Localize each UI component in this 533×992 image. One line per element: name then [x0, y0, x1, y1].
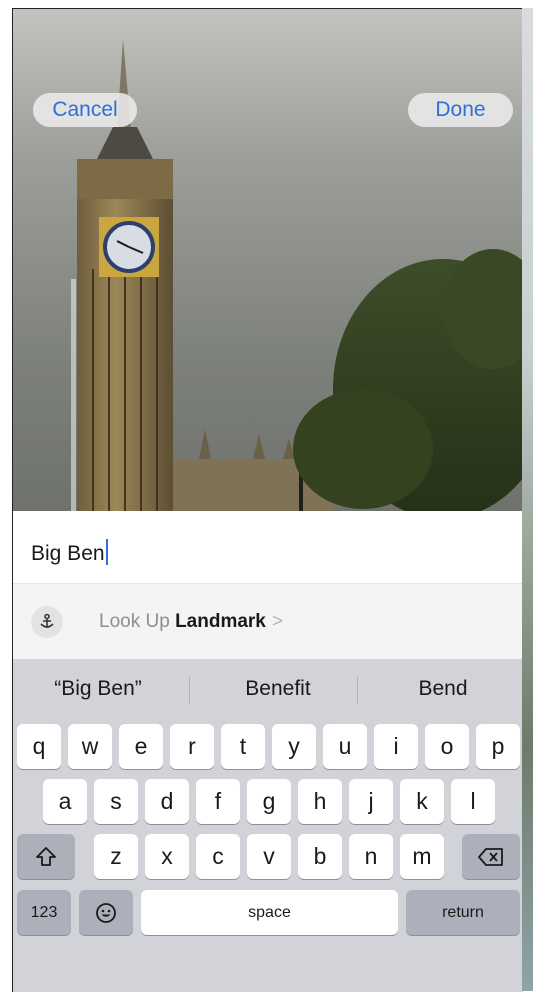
suggestion-1[interactable]: “Big Ben” [23, 677, 173, 701]
emoji-key[interactable] [79, 890, 133, 935]
key-h[interactable]: h [298, 779, 342, 824]
key-p[interactable]: p [476, 724, 520, 769]
photo-view: Cancel Done [13, 9, 523, 511]
landmark-icon [31, 606, 63, 638]
key-x[interactable]: x [145, 834, 189, 879]
key-w[interactable]: w [68, 724, 112, 769]
suggestion-2[interactable]: Benefit [203, 677, 353, 701]
caption-value: Big Ben [31, 542, 105, 565]
key-o[interactable]: o [425, 724, 469, 769]
chevron-right-icon: > [271, 611, 283, 632]
caption-input[interactable]: Big Ben [31, 539, 108, 566]
return-key[interactable]: return [406, 890, 520, 935]
backspace-icon [478, 847, 503, 866]
key-m[interactable]: m [400, 834, 444, 879]
key-g[interactable]: g [247, 779, 291, 824]
keyboard: “Big Ben” Benefit Bend q w e r t y u i o… [13, 659, 523, 992]
suggestion-bar: “Big Ben” Benefit Bend [13, 659, 523, 719]
delete-key[interactable] [462, 834, 520, 879]
key-b[interactable]: b [298, 834, 342, 879]
text-caret [105, 539, 108, 565]
space-key[interactable]: space [141, 890, 398, 935]
key-s[interactable]: s [94, 779, 138, 824]
numbers-key[interactable]: 123 [17, 890, 71, 935]
key-a[interactable]: a [43, 779, 87, 824]
key-v[interactable]: v [247, 834, 291, 879]
cancel-button[interactable]: Cancel [33, 93, 137, 127]
key-j[interactable]: j [349, 779, 393, 824]
key-i[interactable]: i [374, 724, 418, 769]
lookup-landmark-row[interactable]: Look Up Landmark > [13, 583, 523, 660]
lookup-bold: Landmark [175, 611, 266, 632]
key-k[interactable]: k [400, 779, 444, 824]
caption-field[interactable]: Big Ben [13, 511, 523, 583]
key-y[interactable]: y [272, 724, 316, 769]
suggestion-3[interactable]: Bend [373, 677, 513, 701]
app-frame: Cancel Done Big Ben Look Up Landmark > “B… [12, 8, 523, 992]
shift-key[interactable] [17, 834, 75, 879]
lookup-label: Look Up Landmark > [99, 611, 283, 633]
landmark-photo [13, 9, 523, 511]
key-d[interactable]: d [145, 779, 189, 824]
shift-icon [36, 846, 56, 866]
key-l[interactable]: l [451, 779, 495, 824]
key-c[interactable]: c [196, 834, 240, 879]
background-strip [522, 8, 533, 991]
suggestion-divider [189, 676, 190, 704]
key-f[interactable]: f [196, 779, 240, 824]
key-r[interactable]: r [170, 724, 214, 769]
key-z[interactable]: z [94, 834, 138, 879]
key-q[interactable]: q [17, 724, 61, 769]
key-n[interactable]: n [349, 834, 393, 879]
done-button[interactable]: Done [408, 93, 513, 127]
key-u[interactable]: u [323, 724, 367, 769]
key-e[interactable]: e [119, 724, 163, 769]
emoji-icon [96, 902, 116, 923]
lookup-prefix: Look Up [99, 611, 170, 632]
suggestion-divider [357, 676, 358, 704]
key-t[interactable]: t [221, 724, 265, 769]
